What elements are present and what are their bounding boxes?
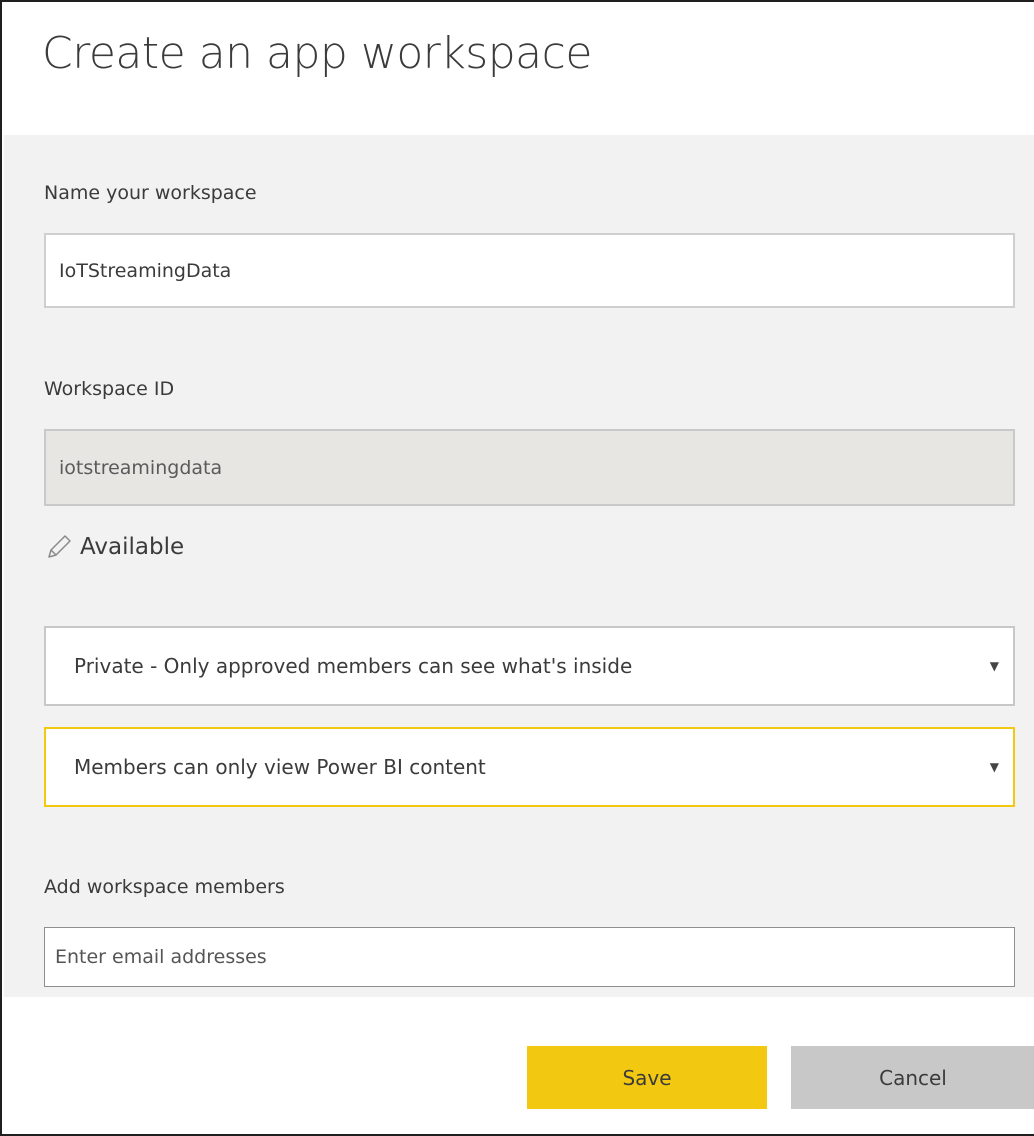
availability-status: Available	[44, 532, 184, 562]
workspace-name-input[interactable]: IoTStreamingData	[44, 233, 1015, 308]
permission-selected-value: Members can only view Power BI content	[74, 755, 486, 779]
privacy-dropdown[interactable]: Private - Only approved members can see …	[44, 626, 1015, 706]
pencil-icon	[48, 535, 71, 558]
workspace-id-label: Workspace ID	[44, 378, 175, 400]
save-button[interactable]: Save	[527, 1046, 767, 1109]
privacy-selected-value: Private - Only approved members can see …	[74, 654, 633, 678]
cancel-button[interactable]: Cancel	[791, 1046, 1034, 1109]
workspace-members-label: Add workspace members	[44, 876, 285, 898]
email-input[interactable]: Enter email addresses	[44, 927, 1015, 987]
dialog-title: Create an app workspace	[42, 28, 592, 79]
workspace-id-field: iotstreamingdata	[44, 429, 1015, 506]
permission-dropdown[interactable]: Members can only view Power BI content ▼	[44, 727, 1015, 807]
availability-text: Available	[80, 534, 185, 560]
chevron-down-icon: ▼	[989, 760, 999, 774]
email-placeholder: Enter email addresses	[55, 946, 267, 968]
workspace-name-value: IoTStreamingData	[59, 259, 232, 282]
workspace-id-value: iotstreamingdata	[59, 456, 223, 479]
create-workspace-dialog: Create an app workspace Name your worksp…	[0, 0, 1034, 1136]
workspace-name-label: Name your workspace	[44, 182, 257, 204]
chevron-down-icon: ▼	[989, 659, 999, 673]
